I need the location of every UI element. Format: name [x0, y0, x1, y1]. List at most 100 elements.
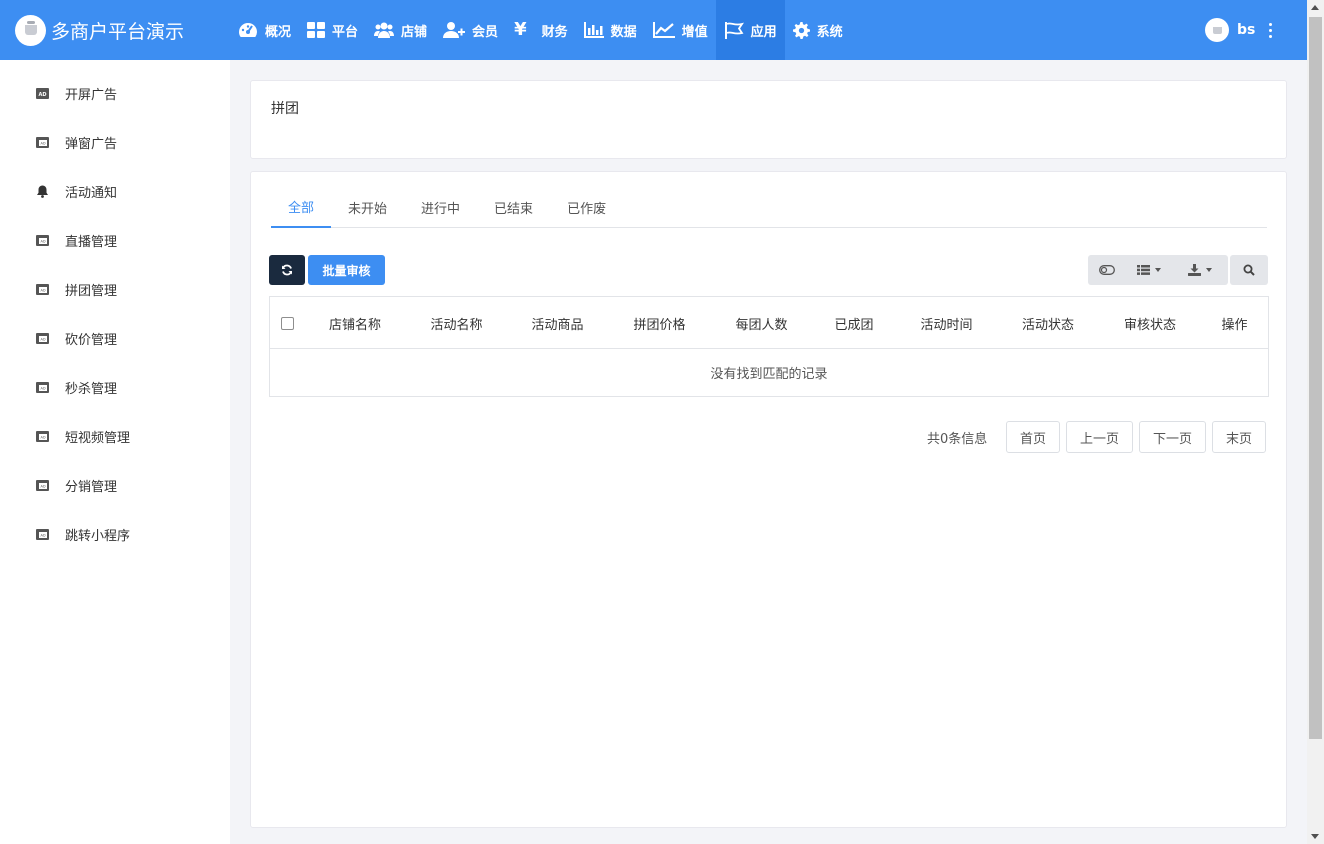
- column-header[interactable]: 活动商品: [507, 297, 608, 349]
- column-header[interactable]: 活动名称: [406, 297, 507, 349]
- main-card: 全部 未开始 进行中 已结束 已作废 批量审核 店铺名称 活动名称 活动商品 拼…: [250, 171, 1287, 828]
- nav-item-finance[interactable]: ¥ 财务: [506, 0, 576, 60]
- table-toolbar: [1088, 255, 1268, 285]
- ad-icon: AD: [36, 235, 49, 246]
- tab-in-progress[interactable]: 进行中: [404, 187, 477, 228]
- last-page-button[interactable]: 末页: [1212, 421, 1266, 453]
- column-header[interactable]: 每团人数: [711, 297, 812, 349]
- ad-icon: AD: [36, 88, 49, 99]
- nav-label: 会员: [472, 24, 499, 40]
- nav-item-overview[interactable]: 概况: [230, 0, 299, 60]
- column-header[interactable]: 拼团价格: [608, 297, 711, 349]
- column-header[interactable]: 操作: [1201, 297, 1268, 349]
- more-vertical-icon[interactable]: [1269, 22, 1273, 38]
- columns-button[interactable]: [1126, 255, 1172, 285]
- brand[interactable]: 多商户平台演示: [0, 0, 230, 60]
- scroll-up-icon[interactable]: [1311, 5, 1319, 10]
- next-page-button[interactable]: 下一页: [1139, 421, 1206, 453]
- page-header-card: 拼团: [250, 80, 1287, 159]
- nav-label: 财务: [541, 24, 568, 40]
- group-buy-table: 店铺名称 活动名称 活动商品 拼团价格 每团人数 已成团 活动时间 活动状态 审…: [269, 296, 1269, 397]
- sidebar-item-group-buy[interactable]: AD 拼团管理: [0, 265, 230, 314]
- nav-label: 数据: [610, 24, 637, 40]
- nav-item-apps[interactable]: 应用: [715, 0, 785, 60]
- page-title: 拼团: [271, 101, 299, 117]
- user-menu[interactable]: bs: [1205, 18, 1273, 42]
- svg-text:AD: AD: [40, 289, 45, 293]
- column-header[interactable]: 活动时间: [896, 297, 997, 349]
- yen-icon: ¥: [514, 19, 527, 40]
- empty-state: 没有找到匹配的记录: [710, 367, 828, 382]
- sidebar-item-short-video[interactable]: AD 短视频管理: [0, 412, 230, 461]
- export-button[interactable]: [1172, 255, 1228, 285]
- sidebar-item-live[interactable]: AD 直播管理: [0, 216, 230, 265]
- ad-icon: AD: [36, 480, 49, 491]
- sidebar-item-distribution[interactable]: AD 分销管理: [0, 461, 230, 510]
- vertical-scrollbar[interactable]: [1307, 0, 1324, 844]
- sidebar-item-flash-sale[interactable]: AD 秒杀管理: [0, 363, 230, 412]
- sidebar-item-splash-ad[interactable]: AD 开屏广告: [0, 69, 230, 118]
- svg-text:AD: AD: [40, 142, 45, 146]
- refresh-button[interactable]: [269, 255, 305, 285]
- nav-item-platform[interactable]: 平台: [299, 0, 366, 60]
- status-tabs: 全部 未开始 进行中 已结束 已作废: [271, 187, 1267, 228]
- ad-icon: AD: [36, 333, 49, 344]
- sidebar-item-label: 拼团管理: [65, 284, 118, 299]
- bell-icon: [37, 185, 48, 198]
- dashboard-icon: [239, 23, 257, 37]
- logo-icon: [15, 14, 46, 46]
- scroll-down-icon[interactable]: [1311, 834, 1319, 839]
- first-page-button[interactable]: 首页: [1006, 421, 1060, 453]
- nav-item-system[interactable]: 系统: [785, 0, 851, 60]
- avatar[interactable]: [1205, 18, 1229, 42]
- sidebar-item-label: 分销管理: [65, 480, 118, 495]
- svg-text:AD: AD: [40, 485, 45, 489]
- sidebar-item-label: 弹窗广告: [65, 137, 118, 152]
- caret-down-icon: [1155, 268, 1161, 272]
- download-icon: [1188, 264, 1201, 276]
- user-name: bs: [1237, 22, 1256, 38]
- bar-chart-icon: [583, 22, 604, 38]
- nav-label: 平台: [332, 24, 359, 40]
- column-header[interactable]: 审核状态: [1099, 297, 1201, 349]
- refresh-icon: [282, 264, 292, 276]
- flag-icon: [724, 21, 744, 39]
- ad-icon: AD: [36, 137, 49, 148]
- select-all-cell: [270, 297, 304, 349]
- sidebar-item-label: 短视频管理: [65, 431, 131, 446]
- sidebar-item-popup-ad[interactable]: AD 弹窗广告: [0, 118, 230, 167]
- column-header[interactable]: 活动状态: [997, 297, 1099, 349]
- tab-voided[interactable]: 已作废: [550, 187, 623, 228]
- tab-ended[interactable]: 已结束: [477, 187, 550, 228]
- tab-all[interactable]: 全部: [271, 187, 332, 228]
- column-header[interactable]: 店铺名称: [304, 297, 406, 349]
- select-all-checkbox[interactable]: [280, 316, 294, 330]
- toggle-icon: [1099, 265, 1115, 275]
- ad-icon: AD: [36, 529, 49, 540]
- nav-item-data[interactable]: 数据: [576, 0, 645, 60]
- nav-label: 应用: [750, 24, 777, 40]
- sidebar-item-label: 直播管理: [65, 235, 118, 250]
- sidebar-item-bargain[interactable]: AD 砍价管理: [0, 314, 230, 363]
- line-chart-icon: [652, 22, 675, 38]
- tab-not-started[interactable]: 未开始: [331, 187, 404, 228]
- nav-item-members[interactable]: 会员: [435, 0, 506, 60]
- sidebar-item-activity-notice[interactable]: 活动通知: [0, 167, 230, 216]
- nav-item-shops[interactable]: 店铺: [366, 0, 435, 60]
- scrollbar-thumb[interactable]: [1309, 17, 1322, 739]
- batch-review-button[interactable]: 批量审核: [308, 255, 385, 285]
- prev-page-button[interactable]: 上一页: [1066, 421, 1133, 453]
- sidebar-item-mini-program[interactable]: AD 跳转小程序: [0, 510, 230, 559]
- nav-label: 系统: [816, 24, 843, 40]
- svg-text:AD: AD: [40, 240, 45, 244]
- user-plus-icon: [443, 22, 466, 38]
- sidebar-item-label: 活动通知: [65, 186, 118, 201]
- nav-label: 店铺: [401, 24, 428, 40]
- nav-item-value-added[interactable]: 增值: [645, 0, 716, 60]
- sidebar-item-label: 跳转小程序: [65, 529, 131, 544]
- toggle-view-button[interactable]: [1088, 255, 1126, 285]
- column-header[interactable]: 已成团: [812, 297, 896, 349]
- app-title: 多商户平台演示: [51, 20, 185, 43]
- search-button[interactable]: [1230, 255, 1268, 285]
- svg-text:AD: AD: [38, 92, 46, 98]
